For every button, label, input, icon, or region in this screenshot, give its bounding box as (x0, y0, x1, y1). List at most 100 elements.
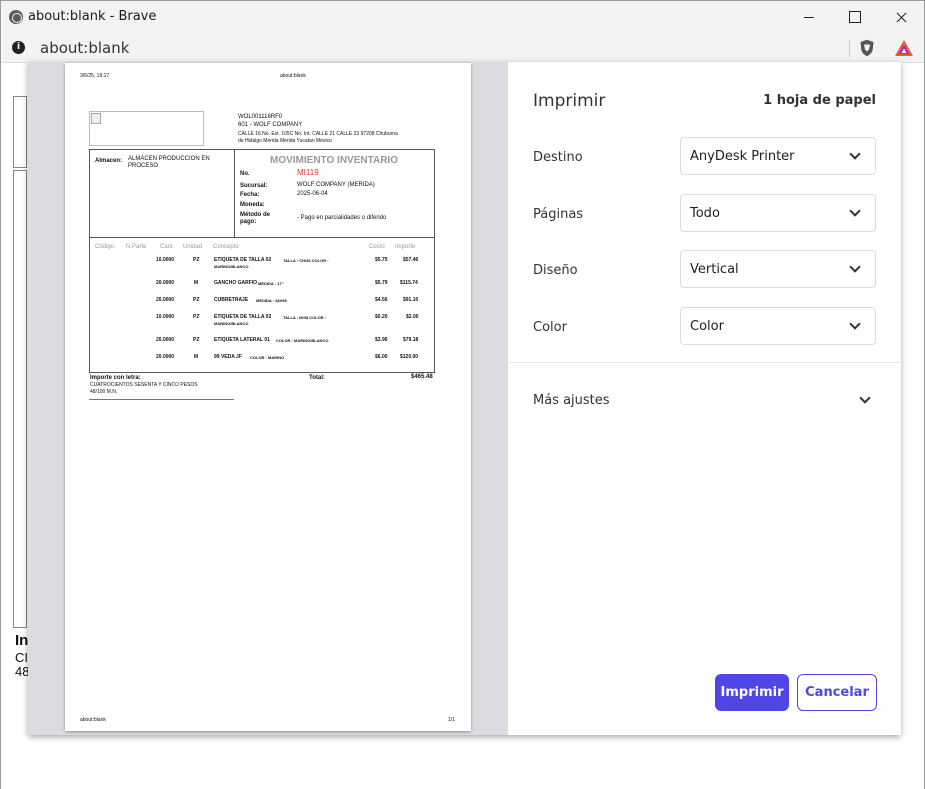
document-info-box: MOVIMIENTO INVENTARIO No. MI119 Sucursal… (235, 149, 435, 238)
row-unit: PZ (193, 257, 200, 263)
page-header-date: 3/6/25, 19:17 (80, 73, 110, 79)
cancel-button[interactable]: Cancelar (797, 674, 877, 711)
row-detail: MARINO/BLANCO (214, 321, 249, 326)
toolbar-divider (849, 40, 850, 57)
chevron-down-icon[interactable] (859, 392, 871, 404)
row-amount: $120.00 (400, 354, 419, 360)
broken-logo-image (89, 111, 204, 146)
paginas-select[interactable]: Todo (680, 194, 876, 232)
diseno-select[interactable]: Vertical (680, 250, 876, 288)
bg-text: CI (15, 650, 28, 665)
browser-icon (9, 10, 23, 24)
title-bar: about:blank - Brave (1, 1, 924, 33)
almacen-value: PROCESO (128, 163, 159, 169)
company-address: de Hidalgo Merida Merida Yucatan México (238, 138, 332, 144)
preview-page: 3/6/25, 19:17 about:blank WOL001116RF0 6… (65, 63, 471, 731)
info-icon[interactable]: i (12, 41, 25, 54)
row-qty: 20.0000 (156, 297, 175, 303)
importe-letra-label: Importe con letra: (90, 375, 141, 381)
row-qty: 20.0000 (156, 280, 175, 286)
maximize-button[interactable] (832, 1, 878, 33)
column-header: Concepto (213, 244, 239, 250)
diseno-label: Diseño (533, 263, 578, 278)
row-amount: $57.46 (403, 257, 419, 263)
moneda-label: Moneda: (240, 202, 265, 208)
row-amount: $91.10 (403, 297, 419, 303)
brave-shields-icon[interactable] (859, 39, 875, 57)
destino-value: AnyDesk Printer (690, 149, 795, 164)
chevron-down-icon (849, 318, 861, 330)
no-label: No. (240, 171, 250, 177)
row-amount: $2.00 (406, 314, 419, 320)
row-cost: $5.79 (375, 280, 388, 286)
bg-frame (13, 96, 27, 168)
row-cost: $0.20 (375, 314, 388, 320)
column-header: Cant. (160, 244, 175, 250)
total-label: Total: (309, 375, 325, 381)
row-concept: 99 VEDA JF (214, 354, 242, 360)
close-button[interactable] (878, 1, 924, 33)
column-header: Código (95, 244, 115, 250)
fecha-value: 2025-06-04 (297, 191, 328, 197)
color-label: Color (533, 320, 567, 335)
column-header: Unidad (183, 244, 203, 250)
row-unit: PZ (193, 314, 200, 320)
almacen-label: Almacen: (95, 158, 123, 164)
print-preview: 3/6/25, 19:17 about:blank WOL001116RF0 6… (28, 62, 508, 735)
row-qty: 10.0000 (156, 314, 175, 320)
row-unit: PZ (193, 297, 200, 303)
company-address: CALLE 16 No. Ext. 105C No. Int. CALLE 21… (238, 131, 398, 137)
row-concept: CUBRETRAJE (214, 297, 249, 303)
column-header: Costo (369, 244, 385, 250)
destino-select[interactable]: AnyDesk Printer (680, 137, 876, 175)
row-detail: TALLA : M/38 COLOR : (283, 315, 327, 320)
row-cost: $4.56 (375, 297, 388, 303)
color-select[interactable]: Color (680, 307, 876, 345)
bg-frame (13, 170, 27, 628)
company-name: 601 - WOLF COMPANY (238, 122, 303, 128)
column-header: Importe (395, 244, 416, 250)
signature-line (89, 399, 234, 400)
document-title: MOVIMIENTO INVENTARIO (270, 155, 398, 166)
row-amount: $115.74 (400, 280, 418, 286)
print-settings-panel: Imprimir 1 hoja de papel Destino AnyDesk… (509, 62, 901, 735)
row-amount: $79.18 (403, 337, 419, 343)
sucursal-label: Sucursal: (240, 183, 268, 189)
row-detail: MARINO/BLANCO (214, 264, 249, 269)
metodo-label: pago: (240, 219, 257, 225)
print-dialog: 3/6/25, 19:17 about:blank WOL001116RF0 6… (28, 62, 901, 735)
row-cost: $6.00 (375, 354, 388, 360)
total-value: $465.48 (411, 374, 433, 380)
fecha-label: Fecha: (240, 192, 260, 198)
chevron-down-icon (849, 261, 861, 273)
metodo-label: Método de (240, 212, 270, 218)
document-number: MI119 (297, 168, 319, 177)
row-concept: ETIQUETA DE TALLA 02 (214, 314, 272, 320)
row-detail: TALLA : CH/36 COLOR : (283, 258, 329, 263)
paginas-label: Páginas (533, 207, 584, 222)
url-text[interactable]: about:blank (40, 39, 129, 57)
minimize-button[interactable] (786, 1, 832, 33)
destino-label: Destino (533, 150, 583, 165)
page-footer-number: 1/1 (448, 717, 455, 723)
row-cost: $3.96 (375, 337, 388, 343)
row-qty: 20.0000 (156, 354, 175, 360)
print-button[interactable]: Imprimir (715, 674, 789, 711)
page-footer-url: about:blank (80, 717, 106, 723)
row-detail: MEDIDA : 48X98 (256, 298, 287, 303)
row-detail: COLOR : MARINO (250, 355, 285, 360)
address-bar: i about:blank (1, 33, 924, 63)
row-concept: ETIQUETA LATERAL 01 (214, 337, 270, 343)
brave-rewards-icon[interactable] (894, 39, 914, 57)
almacen-box: Almacen: ALMACEN PRODUCCION EN PROCESO (89, 149, 235, 238)
paginas-value: Todo (690, 206, 720, 221)
more-settings-toggle[interactable]: Más ajustes (533, 393, 610, 408)
chevron-down-icon (849, 148, 861, 160)
row-unit: M (194, 354, 199, 360)
almacen-value: ALMACEN PRODUCCION EN (128, 156, 210, 162)
row-detail: COLOR : MARINO/BLANCO (276, 338, 329, 343)
row-concept: ETIQUETA DE TALLA 02 (214, 257, 272, 263)
row-cost: $5.75 (375, 257, 388, 263)
bg-text: In (15, 632, 29, 649)
chevron-down-icon (849, 205, 861, 217)
